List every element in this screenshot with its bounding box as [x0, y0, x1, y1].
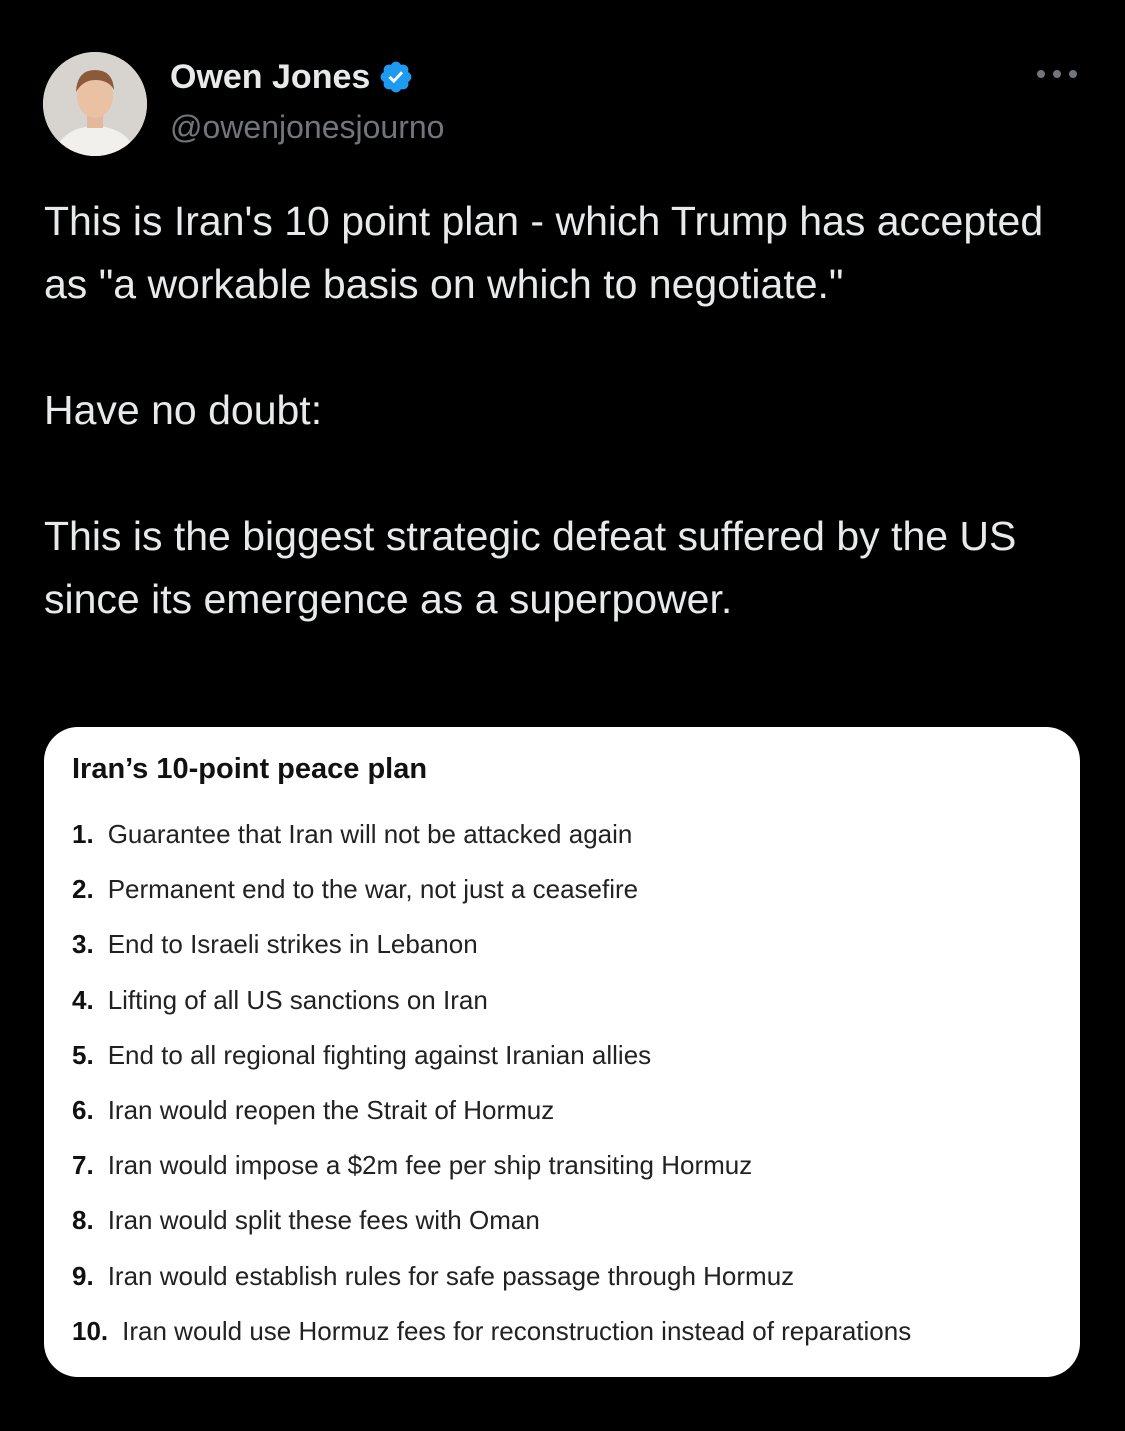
item-text: Iran would establish rules for safe pass…	[107, 1260, 795, 1291]
list-item: 10. Iran would use Hormuz fees for recon…	[72, 1316, 1052, 1371]
attached-image-card[interactable]: Iran’s 10-point peace plan 1. Guarantee …	[44, 727, 1080, 1377]
display-name-row: Owen Jones	[170, 55, 444, 99]
item-number: 7.	[72, 1150, 94, 1181]
list-item: 9. Iran would establish rules for safe p…	[72, 1261, 1052, 1316]
list-item: 6. Iran would reopen the Strait of Hormu…	[72, 1095, 1052, 1150]
handle[interactable]: @owenjonesjourno	[170, 109, 444, 146]
list-item: 1. Guarantee that Iran will not be attac…	[72, 819, 1052, 874]
plan-list: 1. Guarantee that Iran will not be attac…	[72, 819, 1052, 1371]
item-number: 8.	[72, 1205, 94, 1236]
item-number: 6.	[72, 1094, 94, 1125]
list-item: 7. Iran would impose a $2m fee per ship …	[72, 1150, 1052, 1205]
item-number: 4.	[72, 984, 94, 1015]
avatar[interactable]	[43, 52, 147, 156]
verified-badge-icon	[378, 59, 414, 95]
dot	[1069, 70, 1077, 78]
dot	[1053, 70, 1061, 78]
list-item: 5. End to all regional fighting against …	[72, 1040, 1052, 1095]
post-paragraph: Have no doubt:	[44, 387, 323, 433]
card-title: Iran’s 10-point peace plan	[72, 753, 428, 785]
item-text: Iran would reopen the Strait of Hormuz	[107, 1094, 555, 1125]
item-number: 5.	[72, 1039, 94, 1070]
item-text: Guarantee that Iran will not be attacked…	[107, 819, 633, 849]
dot	[1037, 70, 1045, 78]
item-number: 10.	[72, 1315, 109, 1346]
list-item: 8. Iran would split these fees with Oman	[72, 1205, 1052, 1260]
item-text: End to all regional fighting against Ira…	[107, 1039, 652, 1070]
author-block: Owen Jones @owenjonesjourno	[170, 55, 444, 146]
item-text: End to Israeli strikes in Lebanon	[107, 929, 478, 960]
list-item: 4. Lifting of all US sanctions on Iran	[72, 985, 1052, 1040]
item-text: Permanent end to the war, not just a cea…	[107, 874, 639, 905]
more-options-icon[interactable]	[1037, 64, 1077, 84]
item-number: 2.	[72, 874, 94, 905]
post-text: This is Iran's 10 point plan - which Tru…	[44, 190, 1084, 631]
item-number: 3.	[72, 929, 94, 960]
item-text: Lifting of all US sanctions on Iran	[107, 984, 488, 1015]
post-paragraph: This is the biggest strategic defeat suf…	[44, 513, 1017, 622]
item-text: Iran would impose a $2m fee per ship tra…	[107, 1150, 753, 1181]
post: Owen Jones @owenjonesjourno This is Iran…	[0, 0, 1125, 1431]
list-item: 3. End to Israeli strikes in Lebanon	[72, 929, 1052, 984]
item-text: Iran would split these fees with Oman	[107, 1205, 540, 1236]
item-number: 1.	[72, 819, 94, 849]
avatar-image	[43, 52, 147, 156]
item-text: Iran would use Hormuz fees for reconstru…	[122, 1315, 912, 1346]
item-number: 9.	[72, 1260, 94, 1291]
display-name[interactable]: Owen Jones	[170, 58, 370, 97]
post-paragraph: This is Iran's 10 point plan - which Tru…	[44, 198, 1044, 307]
list-item: 2. Permanent end to the war, not just a …	[72, 874, 1052, 929]
